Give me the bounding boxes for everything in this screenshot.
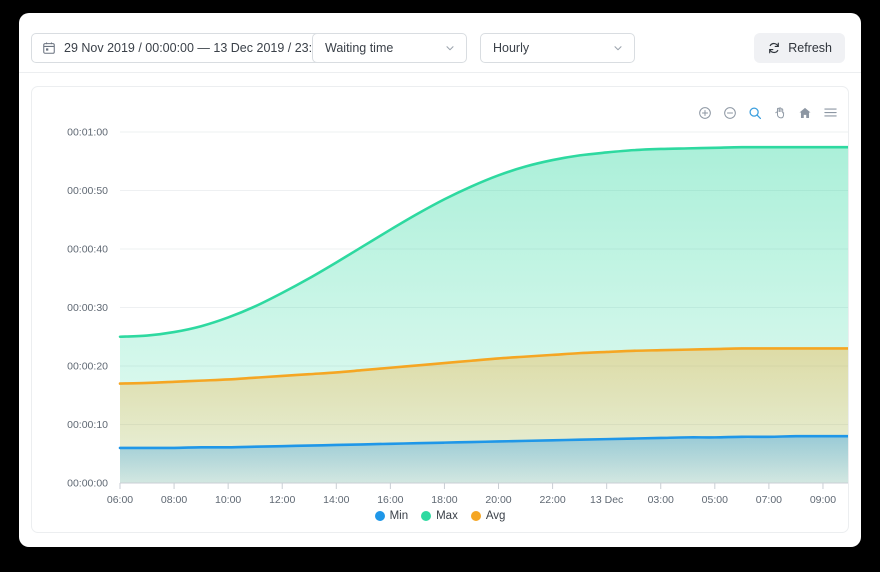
y-axis-tick-label: 00:01:00 [67,127,108,139]
chevron-down-icon [612,42,624,54]
chart-panel: 00:00:00 00:00:10 00:00:20 00:00:30 00:00:40… [31,86,849,533]
legend-item-max[interactable]: Max [421,510,458,522]
x-axis-tick-label: 05:00 [702,494,728,506]
y-axis-tick-label: 00:00:00 [67,478,108,490]
dashboard-card: 29 Nov 2019 / 00:00:00 — 13 Dec 2019 / 2… [19,13,861,547]
calendar-icon [42,41,56,55]
legend-label-avg: Avg [485,510,506,522]
legend-swatch-min [374,511,385,521]
x-axis-tick-label: 10:00 [215,494,241,506]
x-axis-tick-label: 13 Dec [590,494,623,506]
y-axis-tick-label: 00:00:40 [67,244,108,256]
legend-swatch-max [421,511,432,521]
refresh-label: Refresh [788,41,832,55]
legend-label-max: Max [436,510,458,522]
y-axis-tick-label: 00:00:30 [67,302,108,314]
x-axis-tick-label: 08:00 [161,494,187,506]
refresh-button[interactable]: Refresh [754,33,845,63]
x-axis-tick-label: 22:00 [539,494,565,506]
x-axis-tick-label: 20:00 [485,494,511,506]
y-axis-tick-label: 00:00:50 [67,185,108,197]
x-axis-tick-label: 18:00 [431,494,457,506]
chart-legend: Min Max Avg [32,510,848,522]
granularity-select-value: Hourly [493,41,530,55]
date-range-value: 29 Nov 2019 / 00:00:00 — 13 Dec 2019 / 2… [64,41,344,55]
x-axis-tick-label: 06:00 [107,494,133,506]
waiting-time-area-chart[interactable]: 00:00:00 00:00:10 00:00:20 00:00:30 00:00:40… [32,87,849,533]
chevron-down-icon [444,42,456,54]
x-axis-tick-label: 09:00 [810,494,836,506]
metric-select-value: Waiting time [325,41,394,55]
date-range-picker[interactable]: 29 Nov 2019 / 00:00:00 — 13 Dec 2019 / 2… [31,33,357,63]
y-axis-tick-label: 00:00:10 [67,419,108,431]
refresh-icon [767,41,781,55]
legend-swatch-avg [470,511,481,521]
legend-item-avg[interactable]: Avg [470,510,506,522]
granularity-select[interactable]: Hourly [480,33,635,63]
x-axis-tick-label: 03:00 [648,494,674,506]
metric-select[interactable]: Waiting time [312,33,467,63]
x-axis-tick-label: 07:00 [756,494,782,506]
filters-toolbar: 29 Nov 2019 / 00:00:00 — 13 Dec 2019 / 2… [19,13,861,73]
legend-label-min: Min [389,510,409,522]
legend-item-min[interactable]: Min [374,510,409,522]
y-axis-tick-label: 00:00:20 [67,361,108,373]
x-axis-tick-label: 14:00 [323,494,349,506]
x-axis-tick-label: 16:00 [377,494,403,506]
x-axis-tick-label: 12:00 [269,494,295,506]
